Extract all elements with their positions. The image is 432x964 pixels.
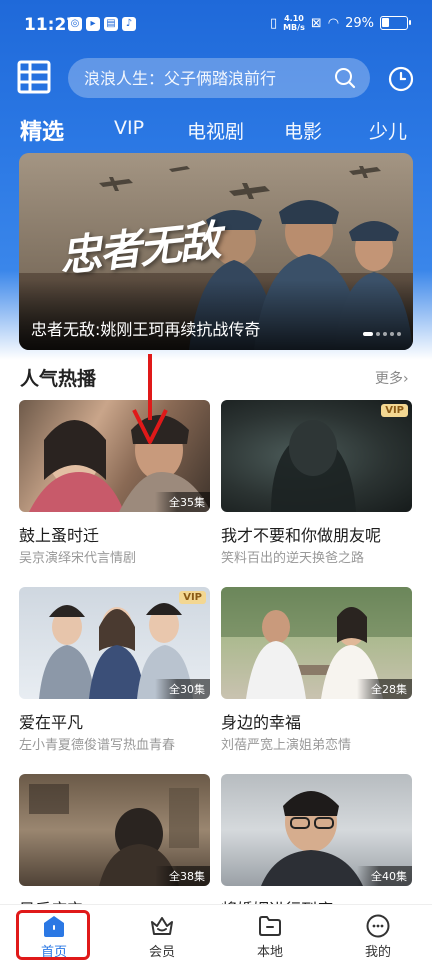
episode-count: 全40集 [357,866,412,886]
video-description: 吴京演绎宋代言情剧 [19,551,137,566]
tab-vip[interactable]: VIP [114,117,144,139]
video-card[interactable]: 全35集 鼓上蚤时迁 吴京演绎宋代言情剧 [19,400,210,566]
vip-badge: VIP [179,591,206,604]
nav-profile[interactable]: 我的 [324,905,432,964]
nav-label: 我的 [364,945,391,960]
video-thumbnail: 全35集 [19,400,210,512]
folder-icon [259,916,281,936]
video-thumbnail: 全28集 [221,587,412,699]
video-description: 笑料百出的逆天换爸之路 [221,551,365,566]
pagination-dot [363,332,373,336]
nav-vip[interactable]: 会员 [108,905,216,964]
video-card[interactable]: VIP 全30集 爱在平凡 左小青夏德俊谱写热血青春 [19,587,210,753]
pagination-dot [397,332,401,336]
video-card[interactable]: 全40集 将婚姻进行到底 [221,774,412,919]
banner-pagination [363,332,401,336]
section-title: 人气热播 [20,368,97,390]
app-notification-icon: ▸ [86,17,100,31]
video-thumbnail: VIP 全30集 [19,587,210,699]
battery-percent: 29% [345,15,374,31]
video-description: 刘蓓严宽上演姐弟恋情 [221,738,352,753]
channel-tabs: 精选 VIP 电视剧 电影 少儿 [0,112,432,148]
search-bar[interactable] [68,58,370,98]
crown-icon [151,917,173,935]
annotation-arrow [132,354,168,444]
pagination-dot [383,332,387,336]
video-title: 我才不要和你做朋友呢 [221,526,382,545]
episode-count: 全38集 [155,866,210,886]
featured-banner[interactable]: 忠者无敌 忠者无敌:姚刚王珂再续抗战传奇 [19,153,413,350]
banner-caption: 忠者无敌:姚刚王珂再续抗战传奇 [31,320,261,339]
status-indicators: ▯ 4.10 MB/s ⊠ ◠ 29% [269,14,411,32]
video-thumbnail: 全38集 [19,774,210,886]
vip-badge: VIP [381,404,408,417]
more-link[interactable]: 更多› [375,368,409,388]
video-title: 爱在平凡 [19,713,84,732]
vibrate-icon: ▯ [269,15,278,31]
chevron-right-icon: › [403,371,409,387]
search-input[interactable] [84,58,324,98]
video-card[interactable]: 全38集 风后庄宝 [19,774,210,919]
video-card[interactable]: VIP 我才不要和你做朋友呢 笑料百出的逆天换爸之路 [221,400,412,566]
app-notification-icon: ◎ [68,17,82,31]
wifi-icon: ◠ [327,15,340,31]
battery-icon [380,16,411,30]
episode-count: 全28集 [357,679,412,699]
tab-featured[interactable]: 精选 [20,114,64,146]
category-menu-icon[interactable] [17,60,51,94]
video-card[interactable]: 全28集 身边的幸福 刘蓓严宽上演姐弟恋情 [221,587,412,753]
episode-count: 全30集 [155,679,210,699]
net-speed: 4.10 MB/s [283,14,305,32]
profile-face-icon [366,914,390,938]
nav-local[interactable]: 本地 [216,905,324,964]
tab-movies[interactable]: 电影 [284,117,322,144]
status-bar: 11:27 ◎ ▸ ▤ ♪ ▯ 4.10 MB/s ⊠ ◠ 29% [0,0,432,50]
history-clock-icon[interactable] [388,66,414,92]
app-notification-icon: ▤ [104,17,118,31]
video-description: 左小青夏德俊谱写热血青春 [19,738,176,753]
video-thumbnail: VIP [221,400,412,512]
nav-label: 会员 [148,945,175,960]
video-thumbnail: 全40集 [221,774,412,886]
sim-icon: ⊠ [310,15,322,31]
nav-label: 本地 [256,945,283,960]
video-title: 鼓上蚤时迁 [19,526,100,545]
notification-icons: ◎ ▸ ▤ ♪ [68,17,136,31]
search-icon[interactable] [334,67,356,89]
pagination-dot [390,332,394,336]
episode-count: 全35集 [155,492,210,512]
tiktok-icon: ♪ [122,17,136,31]
tab-tv-series[interactable]: 电视剧 [187,117,244,144]
tab-kids[interactable]: 少儿 [369,117,407,144]
annotation-highlight-box [16,910,90,960]
pagination-dot [376,332,380,336]
video-title: 身边的幸福 [221,713,302,732]
